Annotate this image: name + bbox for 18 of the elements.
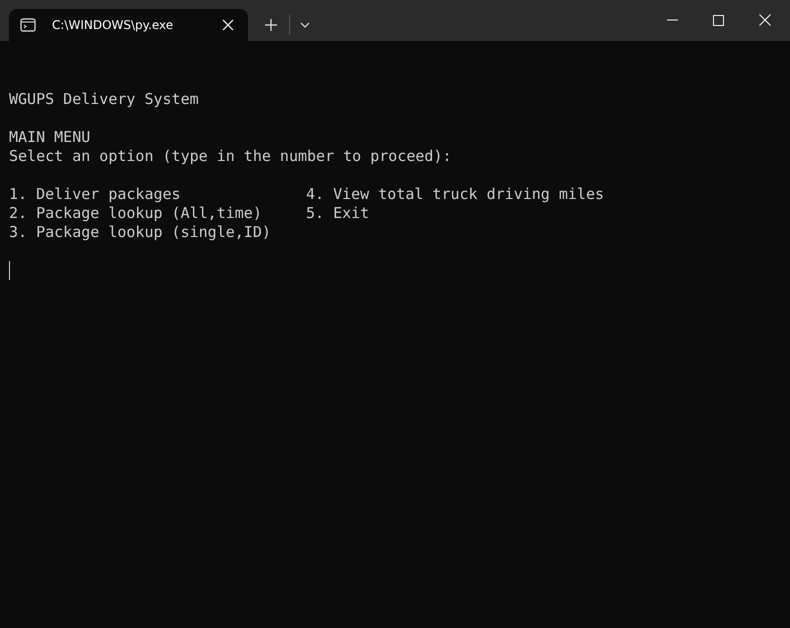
close-icon[interactable] [222,19,234,31]
terminal-tab[interactable]: C:\WINDOWS\py.exe [9,9,248,41]
menu-option: 4. View total truck driving miles [306,185,604,204]
plus-icon[interactable] [265,19,277,31]
menu-option: 1. Deliver packages [9,185,306,204]
menu-option: 2. Package lookup (All,time) [9,204,306,223]
console-text: MAIN MENU [9,128,92,147]
close-icon[interactable] [759,14,771,26]
maximize-icon[interactable] [713,15,724,26]
chevron-down-icon[interactable] [300,22,310,28]
menu-option: 3. Package lookup (single,ID) [9,223,306,242]
console-icon [20,18,36,32]
menu-option: 5. Exit [306,204,370,223]
text-cursor [9,261,10,280]
tab-title: C:\WINDOWS\py.exe [52,18,174,32]
minimize-icon[interactable] [667,19,678,21]
console-text: WGUPS Delivery System [9,90,200,109]
console-text: Select an option (type in the number to proceed): [9,147,453,166]
